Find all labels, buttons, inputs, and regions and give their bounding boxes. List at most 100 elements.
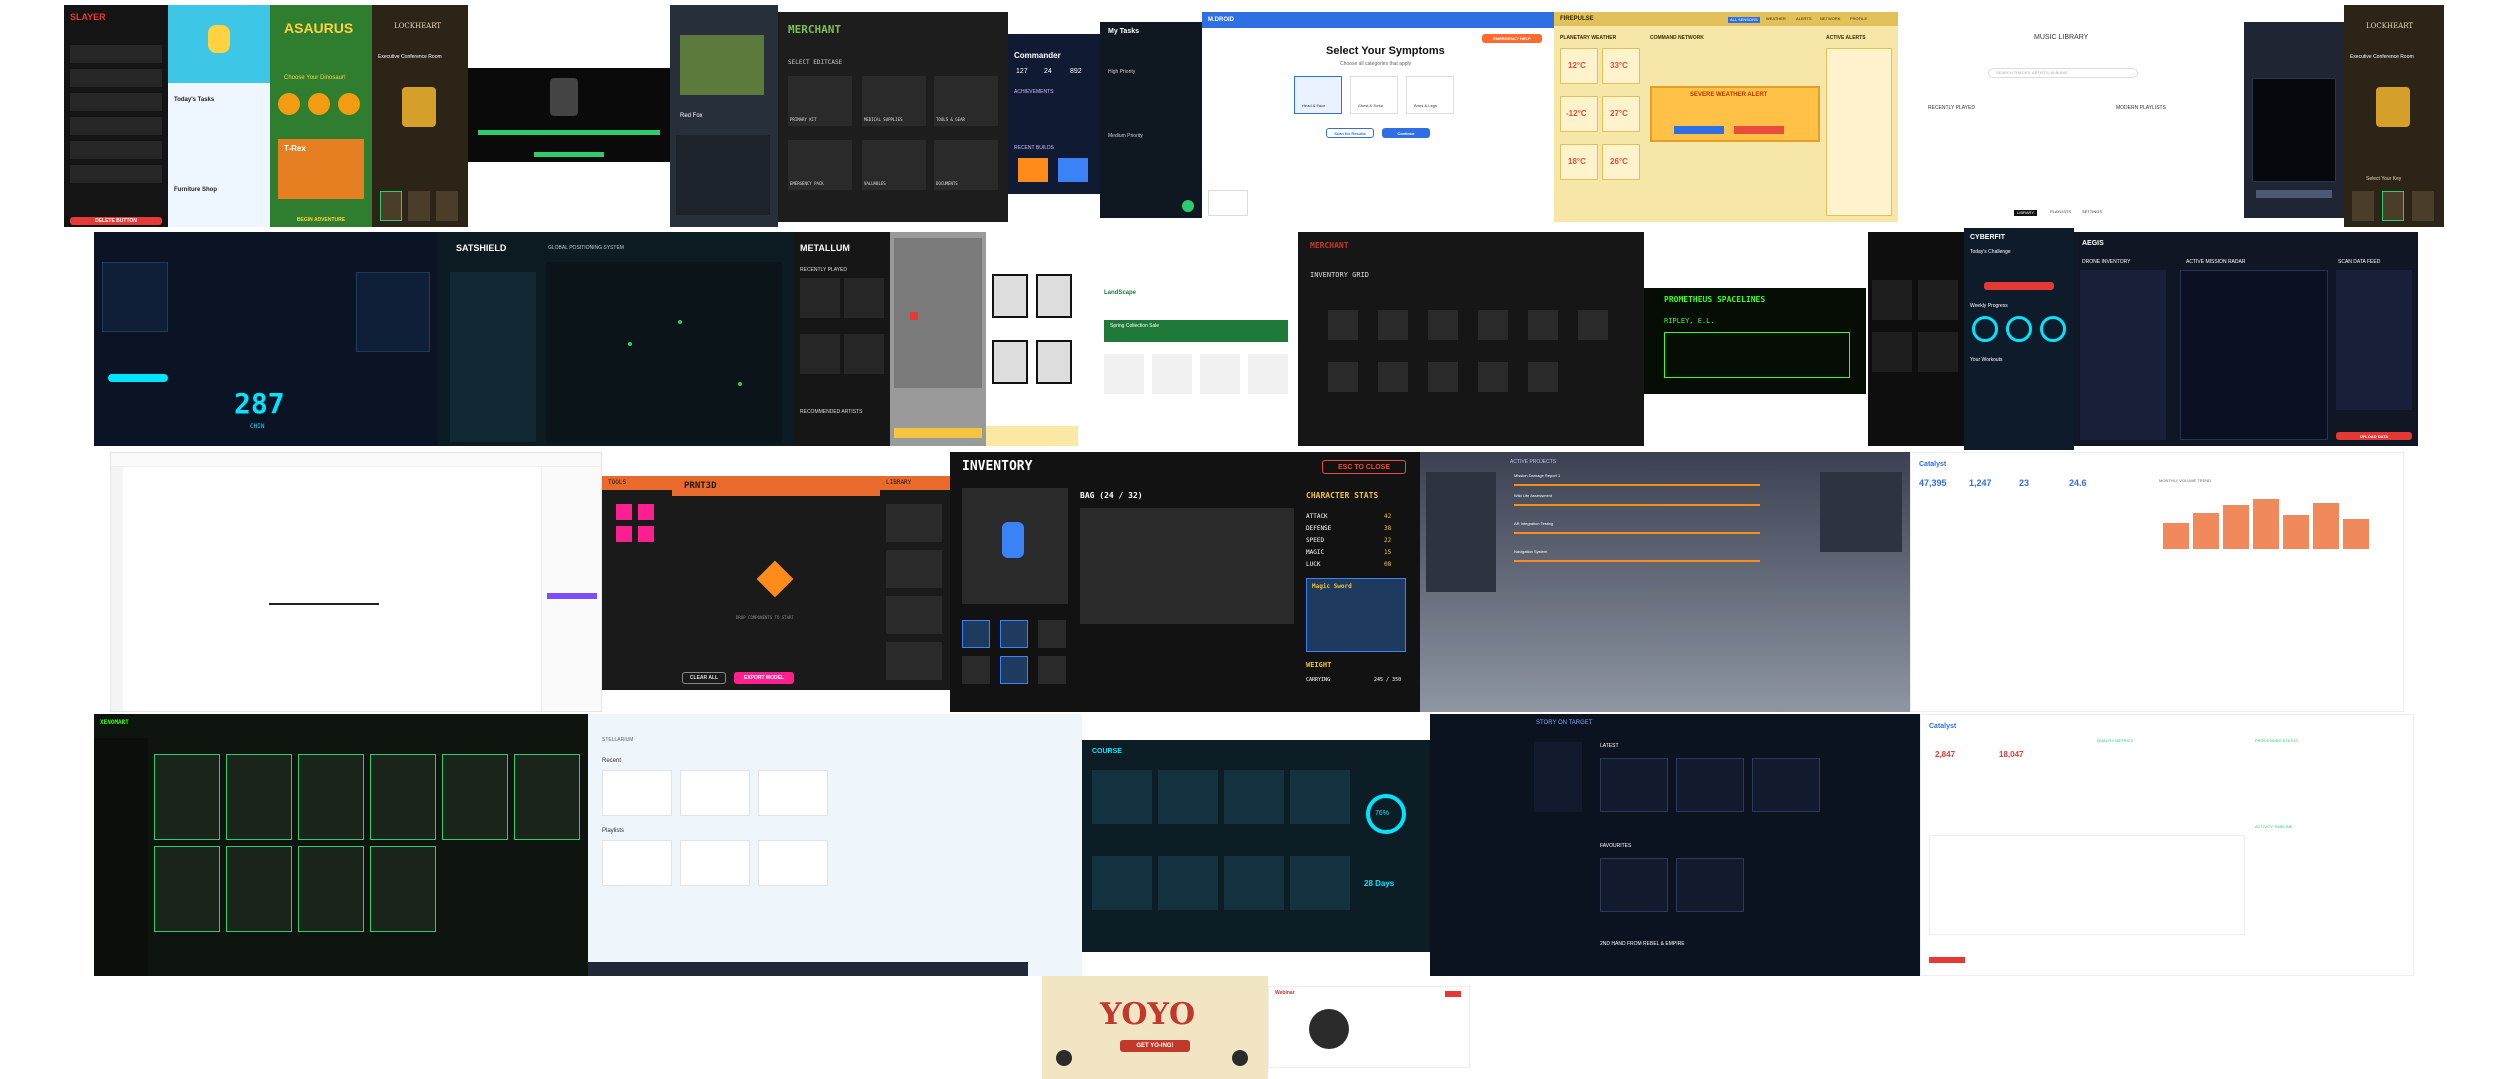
product-card[interactable]	[298, 846, 364, 932]
satellite-marker[interactable]	[678, 320, 682, 324]
tool-button[interactable]	[638, 526, 654, 542]
equip-slot[interactable]	[1038, 620, 1066, 648]
project-row[interactable]: Navigation System	[1514, 550, 1547, 554]
radar-panel[interactable]	[2180, 270, 2328, 440]
card[interactable]	[1918, 332, 1958, 372]
dino-option[interactable]	[278, 93, 300, 115]
comic-panel[interactable]	[992, 274, 1028, 318]
inventory-cell[interactable]	[1478, 362, 1508, 392]
play-button[interactable]	[534, 152, 604, 157]
album-card[interactable]	[800, 278, 840, 318]
product-card[interactable]	[1152, 354, 1192, 394]
nav-item[interactable]: ALERTS	[1796, 17, 1812, 21]
record-button[interactable]	[1445, 991, 1461, 997]
product-card[interactable]	[514, 754, 580, 840]
key-slot[interactable]	[2412, 191, 2434, 221]
product-card[interactable]	[370, 754, 436, 840]
action-button[interactable]	[1929, 957, 1965, 963]
list-item[interactable]	[70, 141, 162, 159]
nav-bar[interactable]	[986, 426, 1078, 446]
list-item[interactable]	[70, 45, 162, 63]
comic-panel[interactable]	[992, 340, 1028, 384]
product-card[interactable]	[154, 754, 220, 840]
equip-slot[interactable]	[1038, 656, 1066, 684]
course-card[interactable]	[1092, 770, 1152, 824]
game-canvas[interactable]	[894, 238, 982, 388]
tab-settings[interactable]: SETTINGS	[2082, 210, 2102, 214]
list-item[interactable]	[70, 69, 162, 87]
course-card[interactable]	[1158, 770, 1218, 824]
continue-button[interactable]: Continue	[1382, 128, 1430, 138]
map-canvas[interactable]	[546, 262, 782, 442]
acknowledge-button[interactable]	[1674, 126, 1724, 134]
equip-slot[interactable]	[1000, 620, 1028, 648]
story-card[interactable]	[1676, 758, 1744, 812]
scan-button[interactable]: Scan for Results	[1326, 128, 1374, 138]
course-card[interactable]	[1224, 856, 1284, 910]
album-card[interactable]	[844, 278, 884, 318]
product-card[interactable]	[442, 754, 508, 840]
course-card[interactable]	[1290, 856, 1350, 910]
key-slot[interactable]	[436, 191, 458, 221]
inventory-cell[interactable]	[1328, 310, 1358, 340]
part-card[interactable]	[886, 550, 942, 588]
export-button[interactable]: EXPORT MODEL	[734, 672, 794, 684]
inventory-cell[interactable]	[1378, 362, 1408, 392]
product-card[interactable]	[226, 846, 292, 932]
emergency-button[interactable]: EMERGENCY HELP	[1482, 34, 1542, 43]
comic-panel[interactable]	[1036, 340, 1072, 384]
project-row[interactable]: Mission Damage Report 1	[1514, 474, 1560, 478]
album-card[interactable]	[844, 334, 884, 374]
nav-item[interactable]: WEATHER	[1766, 17, 1786, 21]
card[interactable]	[1872, 332, 1912, 372]
comic-panel[interactable]	[1036, 274, 1072, 318]
build-thumb[interactable]	[1018, 158, 1048, 182]
tool-button[interactable]	[616, 526, 632, 542]
inventory-cell[interactable]	[1428, 362, 1458, 392]
delete-button[interactable]: DELETE BUTTON	[70, 217, 162, 225]
dino-option[interactable]	[338, 93, 360, 115]
control-pad[interactable]	[2256, 190, 2332, 198]
media-card[interactable]	[680, 840, 750, 886]
model-preview[interactable]	[756, 560, 794, 598]
key-slot[interactable]	[408, 191, 430, 221]
equip-slot[interactable]	[1000, 656, 1028, 684]
story-card[interactable]	[1600, 758, 1668, 812]
inventory-cell[interactable]	[1328, 362, 1358, 392]
media-card[interactable]	[680, 770, 750, 816]
list-item[interactable]	[70, 165, 162, 183]
product-card[interactable]	[226, 754, 292, 840]
symptom-card[interactable]	[1294, 76, 1342, 114]
add-task-button[interactable]	[1182, 200, 1194, 212]
course-card[interactable]	[1224, 770, 1284, 824]
nav-item[interactable]: NETWORK	[1820, 17, 1840, 21]
media-card[interactable]	[758, 840, 828, 886]
key-slot[interactable]	[2382, 191, 2404, 221]
course-card[interactable]	[1290, 770, 1350, 824]
card[interactable]	[1918, 280, 1958, 320]
player-bar[interactable]	[588, 962, 1028, 976]
start-button[interactable]	[1984, 282, 2054, 290]
dino-option[interactable]	[308, 93, 330, 115]
product-card[interactable]	[1200, 354, 1240, 394]
bag-grid[interactable]	[1080, 508, 1294, 624]
symptom-card[interactable]	[1406, 76, 1454, 114]
nav-item[interactable]: ALL SENSORS	[1728, 17, 1760, 23]
part-card[interactable]	[886, 504, 942, 542]
project-row[interactable]: Wild Life Assessment	[1514, 494, 1552, 498]
list-item[interactable]	[70, 93, 162, 111]
video-thumb[interactable]	[1309, 1009, 1349, 1049]
clear-button[interactable]: CLEAR ALL	[682, 672, 726, 684]
inventory-cell[interactable]	[1578, 310, 1608, 340]
satellite-marker[interactable]	[738, 382, 742, 386]
upload-data-button[interactable]: UPLOAD DATA	[2336, 432, 2412, 440]
product-card[interactable]	[1104, 354, 1144, 394]
tool-button[interactable]	[616, 504, 632, 520]
inventory-cell[interactable]	[1528, 310, 1558, 340]
inventory-cell[interactable]	[1428, 310, 1458, 340]
product-card[interactable]	[1248, 354, 1288, 394]
get-yoing-button[interactable]: GET YO-ING!	[1120, 1040, 1190, 1052]
card[interactable]	[1872, 280, 1912, 320]
progress-bar[interactable]	[478, 130, 660, 135]
album-card[interactable]	[800, 334, 840, 374]
